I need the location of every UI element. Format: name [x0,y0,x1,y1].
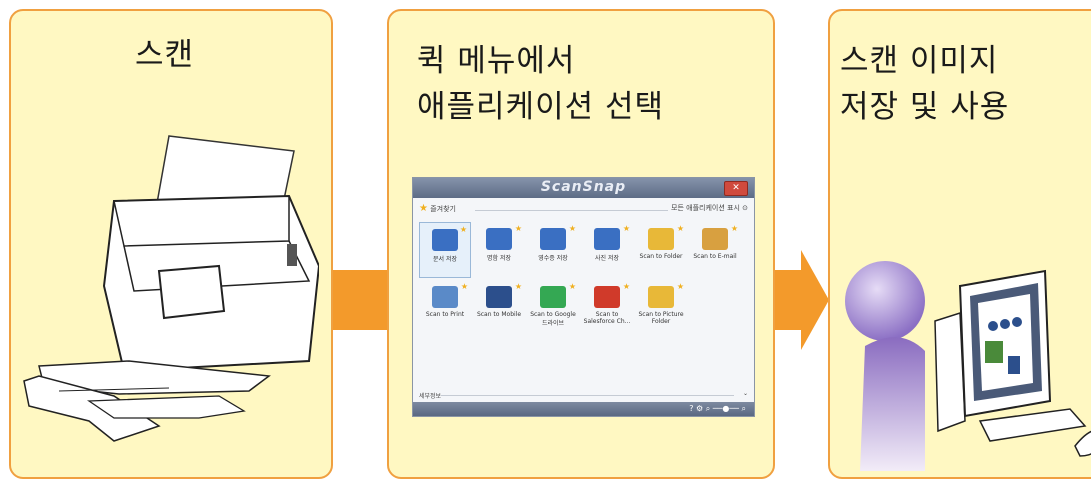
app-tile[interactable]: ★ Scan to Print [419,280,471,336]
app-label: Scan to Folder [639,253,683,260]
favorite-star-icon: ★ [676,282,684,291]
app-icon [648,228,674,250]
app-icon [648,286,674,308]
app-label: Scan to Picture Folder [638,311,684,325]
close-button[interactable]: ✕ [724,181,748,196]
app-tile[interactable]: ★ Scan to Picture Folder [635,280,687,336]
step-save-panel: 스캔 이미지 저장 및 사용 [828,9,1091,479]
favorite-star-icon: ★ [622,282,630,291]
favorite-star-icon: ★ [622,224,630,233]
favorites-star-icon: ★ [419,203,428,214]
window-titlebar: ScanSnap ✕ [413,178,754,198]
app-tile[interactable]: ★ Scan to Google 드라이브 [527,280,579,336]
app-tile[interactable]: ★ Scan to Mobile [473,280,525,336]
app-icon [594,228,620,250]
app-label: Scan to Print [425,311,465,318]
window-bottom-bar: ? ⚙ ⌕ ──●── ⌕ [413,402,754,416]
app-label: Scan to Google 드라이브 [530,311,576,327]
app-tile[interactable]: ★ 명함 저장 [473,222,525,278]
details-label: 세부정보 [419,393,442,400]
scansnap-quick-menu-window: ScanSnap ✕ ★ 즐겨찾기 모든 애플리케이션 표시 ⊙ ★ 문서 저장 ★… [412,177,755,417]
help-settings-zoom-controls[interactable]: ? ⚙ ⌕ ──●── ⌕ [689,404,746,414]
app-label: Scan to Mobile [476,311,522,318]
arrow-right-icon [333,270,387,330]
app-tile[interactable]: ★ 문서 저장 [419,222,471,278]
favorite-star-icon: ★ [514,282,522,291]
app-icon [540,228,566,250]
favorite-star-icon: ★ [730,224,738,233]
favorite-star-icon: ★ [459,225,467,234]
app-label: 영수증 저장 [538,255,568,262]
app-label: Scan to Salesforce Ch... [583,311,631,325]
favorite-star-icon: ★ [676,224,684,233]
app-label: Scan to E-mail [693,253,737,260]
step-quickmenu-title-line2: 애플리케이션 선택 [417,89,665,125]
app-tile[interactable]: ★ 사진 저장 [581,222,633,278]
app-tile[interactable]: ★ Scan to E-mail [689,222,741,278]
show-all-apps-link[interactable]: 모든 애플리케이션 표시 ⊙ [671,203,748,213]
user-computer-illustration [845,261,1091,471]
app-icon [702,228,728,250]
scanner-illustration [23,135,319,442]
step-quickmenu-panel: 퀵 메뉴에서 애플리케이션 선택 ScanSnap ✕ ★ 즐겨찾기 모든 애플… [387,9,775,479]
favorite-star-icon: ★ [460,282,468,291]
favorite-star-icon: ★ [568,224,576,233]
app-brand: ScanSnap [540,179,627,195]
app-icon [540,286,566,308]
app-icon [432,286,458,308]
app-label: 문서 저장 [433,256,457,263]
favorite-star-icon: ★ [514,224,522,233]
app-icon [486,286,512,308]
app-tile[interactable]: ★ Scan to Folder [635,222,687,278]
arrow-right-icon-2 [775,250,829,350]
chevron-right-icon: ⊙ [742,204,748,212]
chevron-down-icon: ⌄ [742,390,748,397]
step-quickmenu-title-line1: 퀵 메뉴에서 [417,43,576,79]
app-label: 명함 저장 [487,255,511,262]
step-save-title-line2: 저장 및 사용 [840,89,1010,125]
app-label: 사진 저장 [595,255,619,262]
favorites-row: ★ 즐겨찾기 모든 애플리케이션 표시 ⊙ [419,203,748,217]
details-row[interactable]: 세부정보 ⌄ [419,390,748,400]
favorite-star-icon: ★ [568,282,576,291]
app-tile[interactable]: ★ 영수증 저장 [527,222,579,278]
step-save-title-line1: 스캔 이미지 [840,43,999,79]
step-scan-title: 스캔 [135,37,195,73]
app-icon [486,228,512,250]
step-scan-panel: 스캔 [9,9,333,479]
favorites-label: 즐겨찾기 [430,205,456,213]
app-tile[interactable]: ★ Scan to Salesforce Ch... [581,280,633,336]
app-icon [432,229,458,251]
app-icon [594,286,620,308]
